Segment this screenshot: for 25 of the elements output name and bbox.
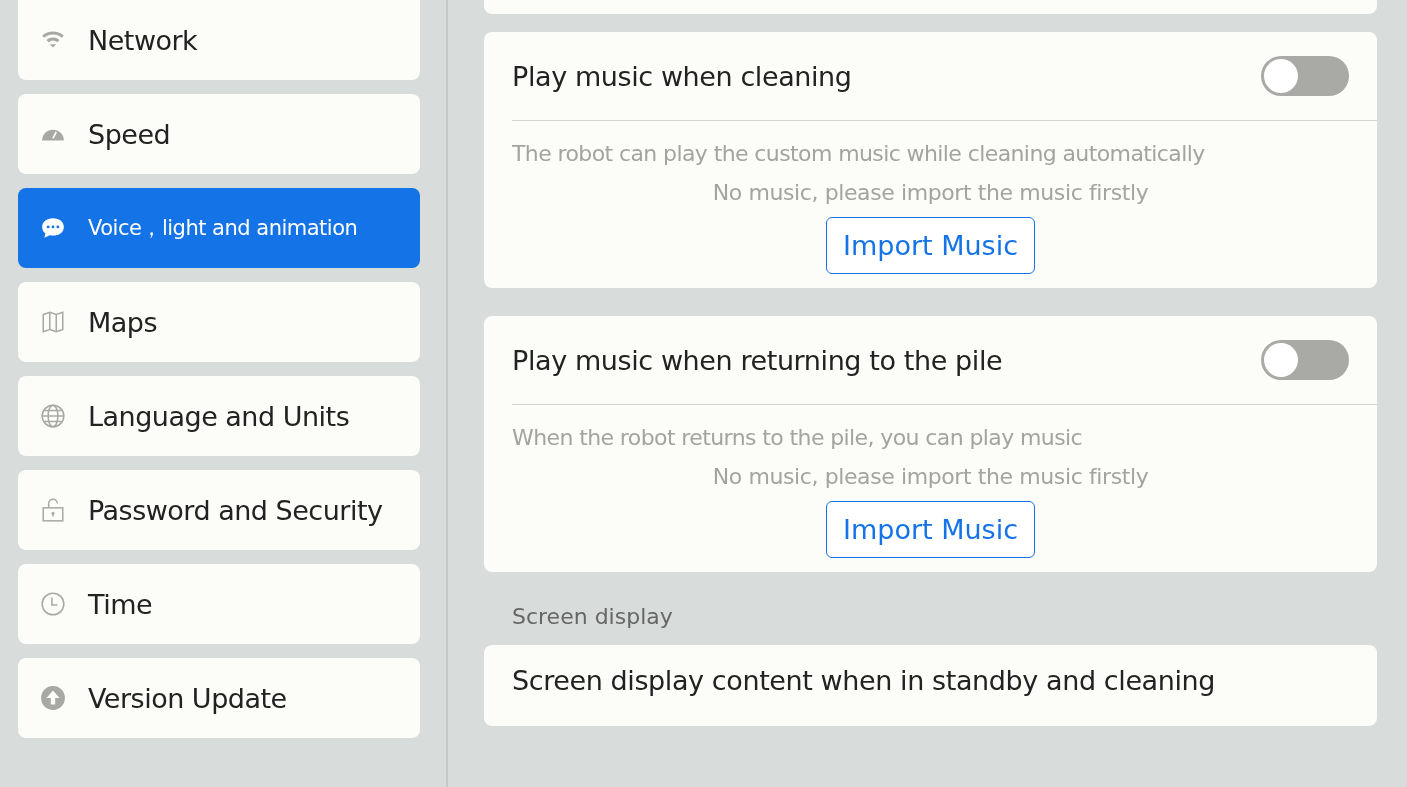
chat-icon [40, 215, 66, 241]
toggle-switch[interactable] [1261, 56, 1349, 96]
sidebar-item[interactable]: Network [18, 0, 420, 80]
status-text: No music, please import the music firstly [711, 464, 1150, 489]
clock-icon [40, 591, 66, 617]
import-music-button[interactable]: Import Music [826, 501, 1035, 558]
sidebar-item[interactable]: Speed [18, 94, 420, 174]
sidebar-item[interactable]: Version Update [18, 658, 420, 738]
globe-icon [40, 403, 66, 429]
lock-icon [40, 497, 66, 523]
map-icon [40, 309, 66, 335]
sidebar-item[interactable]: Password and Security [18, 470, 420, 550]
sidebar-item[interactable]: Voice，light and animation [18, 188, 420, 268]
toggle-switch[interactable] [1261, 340, 1349, 380]
setting-title: Play music when cleaning [512, 60, 852, 92]
setting-title: Play music when returning to the pile [512, 344, 1003, 376]
setting-title: Screen display content when in standby and cleaning [512, 665, 1215, 696]
setting-description: The robot can play the custom music while cleaning automatically [512, 141, 1205, 166]
sidebar-item[interactable]: Language and Units [18, 376, 420, 456]
import-music-button[interactable]: Import Music [826, 217, 1035, 274]
status-text: No music, please import the music firstly [711, 180, 1150, 205]
setting-description: When the robot returns to the pile, you can play music [512, 425, 1083, 450]
sidebar-item[interactable]: Time [18, 564, 420, 644]
sidebar-item[interactable]: Maps [18, 282, 420, 362]
section-heading: Screen display [511, 604, 674, 631]
